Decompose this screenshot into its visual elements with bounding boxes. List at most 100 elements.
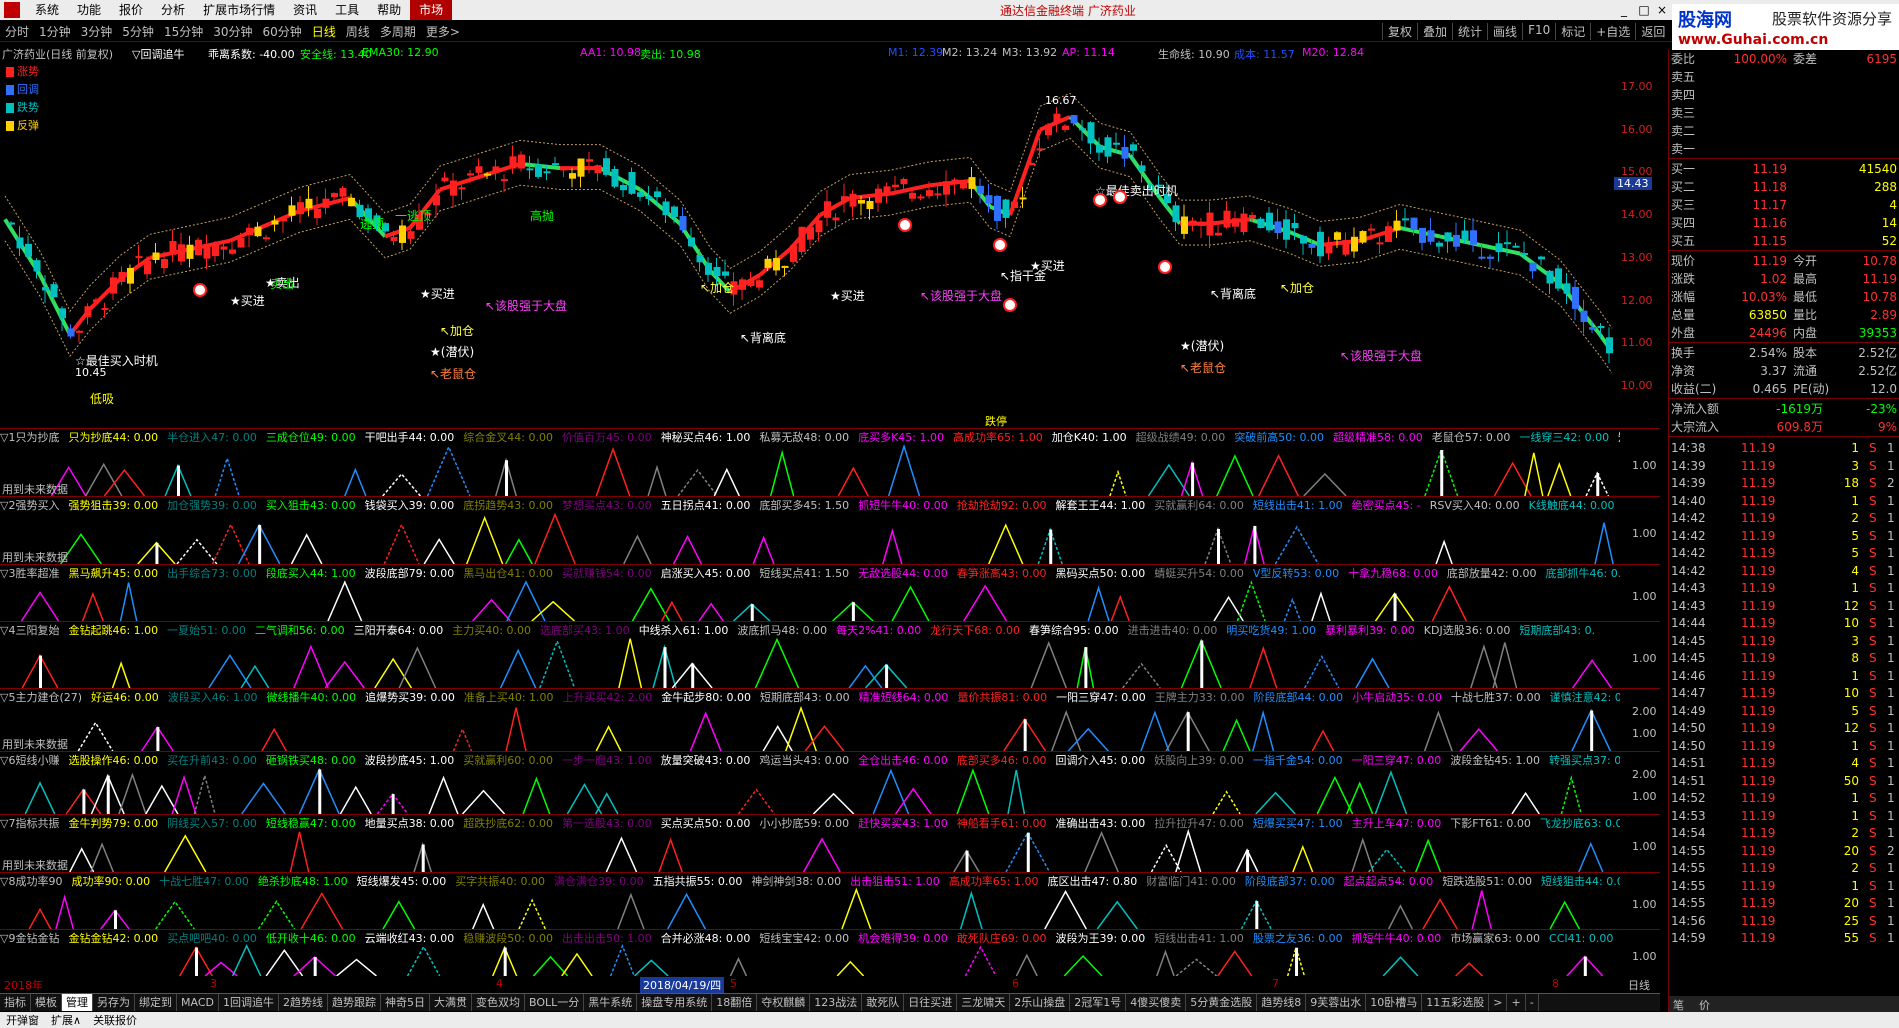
indicator-tab-16[interactable]: 夺权麒麟	[757, 994, 811, 1011]
timeframe-6[interactable]: 60分钟	[258, 23, 307, 40]
tick-time: 14:49	[1671, 703, 1706, 718]
menu-item-8[interactable]: 市场	[410, 0, 453, 20]
footer-tab-ticks[interactable]: 笔	[1673, 997, 1684, 1013]
tool-button-7[interactable]: 返回	[1635, 23, 1670, 40]
menu-item-3[interactable]: 分析	[152, 0, 194, 20]
signal-bar	[1026, 832, 1030, 872]
indicator-tab-7[interactable]: 2趋势线	[279, 994, 328, 1011]
timeframe-4[interactable]: 15分钟	[159, 23, 208, 40]
indicator-tab-12[interactable]: BOLL一分	[525, 994, 585, 1011]
panel-title[interactable]: ▽2强势买入	[0, 499, 59, 511]
indicator-tab-10[interactable]: 大满贯	[430, 994, 472, 1011]
indicator-tab-1[interactable]: 模板	[31, 994, 62, 1011]
menu-item-0[interactable]: 系统	[26, 0, 68, 20]
tool-button-5[interactable]: 标记	[1555, 23, 1590, 40]
indicator-tab-15[interactable]: 18翻倍	[712, 994, 758, 1011]
panel-value: 买字共振40: 0.00	[455, 875, 545, 887]
minimize-button[interactable]: _	[1616, 2, 1632, 18]
chart-annotation: ☆最佳卖出时机	[1095, 184, 1178, 198]
main-chart-canvas[interactable]: ☆最佳买入时机☆最佳卖出时机★买进★卖出↖该股强于大盘↖背离底↖加仓★(潜伏)↖…	[0, 60, 1617, 428]
indicator-tab-17[interactable]: 123战法	[810, 994, 863, 1011]
timeframe-3[interactable]: 5分钟	[117, 23, 159, 40]
indicator-tab-26[interactable]: 9芙蓉出水	[1306, 994, 1367, 1011]
indicator-tab-6[interactable]: 1回调追牛	[219, 994, 279, 1011]
menu-item-7[interactable]: 帮助	[368, 0, 410, 20]
indicator-tab-20[interactable]: 三龙啸天	[957, 994, 1011, 1011]
panel-title[interactable]: ▽1只为抄底	[0, 431, 59, 443]
candlestick-chart[interactable]: ☆最佳买入时机 ☆最佳卖出时机 ★买进 ★卖出 ↖该股强于大盘 ↖背离底 ↖加仓 ★(潜伏) ↖…	[0, 60, 1660, 428]
signal-triangle	[1110, 594, 1130, 621]
status-item-2[interactable]: 关联报价	[87, 1012, 143, 1028]
timeframe-10[interactable]: 更多>	[421, 23, 465, 40]
panel-title[interactable]: ▽4三阳复始	[0, 624, 59, 636]
indicator-panel-8[interactable]: ▽8成功率90 成功率90: 0.00 十战七胜47: 0.00 绝杀抄底48: 1.…	[0, 872, 1660, 929]
candle-body	[492, 166, 500, 172]
tool-button-4[interactable]: F10	[1522, 23, 1555, 40]
tool-button-3[interactable]: 画线	[1487, 23, 1522, 40]
signal-bar	[505, 460, 509, 496]
footer-tab-price[interactable]: 价	[1699, 997, 1710, 1013]
indicator-tab-24[interactable]: 5分黄金选股	[1186, 994, 1258, 1011]
timeframe-7[interactable]: 日线	[307, 23, 341, 40]
period-label[interactable]: 日线	[1628, 977, 1650, 993]
indicator-tab-23[interactable]: 4傻买傻卖	[1126, 994, 1187, 1011]
menu-item-2[interactable]: 报价	[110, 0, 152, 20]
buy-marker-icon	[1093, 193, 1107, 207]
indicator-tab-5[interactable]: MACD	[177, 994, 219, 1011]
indicator-tab-25[interactable]: 趋势线8	[1257, 994, 1307, 1011]
indicator-tab-11[interactable]: 变色双均	[472, 994, 525, 1011]
indicator-tab-29[interactable]: >	[1489, 994, 1508, 1011]
maximize-button[interactable]: □	[1636, 2, 1652, 18]
indicator-panel-2[interactable]: ▽2强势买入 强势狙击39: 0.00 加仓强势39: 0.00 买入狙击43: 0.…	[0, 496, 1660, 564]
indicator-tab-14[interactable]: 操盘专用系统	[637, 994, 713, 1011]
indicator-tab-21[interactable]: 2乐山操盘	[1010, 994, 1071, 1011]
indicator-tab-27[interactable]: 10卧槽马	[1366, 994, 1423, 1011]
indicator-tab-31[interactable]: -	[1526, 994, 1539, 1011]
indicator-tab-18[interactable]: 敢死队	[862, 994, 905, 1011]
indicator-tab-4[interactable]: 绑定到	[135, 994, 177, 1011]
status-item-1[interactable]: 扩展∧	[45, 1012, 87, 1028]
indicator-panel-5[interactable]: ▽5主力建仓(27) 好运46: 0.00 波段买入46: 1.00 微线播牛40: …	[0, 688, 1660, 751]
tool-button-6[interactable]: +自选	[1590, 23, 1635, 40]
menu-item-4[interactable]: 扩展市场行情	[194, 0, 284, 20]
indicator-panel-6[interactable]: ▽6短线小赚 选股操作46: 0.00 买在升前43: 0.00 砸锅铁买48: 0.…	[0, 751, 1660, 814]
timeframe-5[interactable]: 30分钟	[208, 23, 257, 40]
indicator-tab-28[interactable]: 11五彩选股	[1422, 994, 1490, 1011]
indicator-panel-4[interactable]: ▽4三阳复始 金钻起跳46: 1.00 一夏始51: 0.00 二气调和56: 0.0…	[0, 621, 1660, 688]
panel-title[interactable]: ▽9金钻金钻	[0, 932, 59, 944]
indicator-panel-7[interactable]: ▽7指标共振 金牛判势79: 0.00 阴线买入57: 0.00 短线稳赢47: 0.…	[0, 814, 1660, 872]
panel-title[interactable]: ▽6短线小赚	[0, 754, 59, 766]
timeframe-2[interactable]: 3分钟	[76, 23, 118, 40]
indicator-tab-13[interactable]: 黑牛系统	[584, 994, 638, 1011]
tick-price: 11.19	[1741, 896, 1776, 910]
timeframe-1[interactable]: 1分钟	[34, 23, 76, 40]
indicator-tab-22[interactable]: 2冠军1号	[1070, 994, 1127, 1011]
indicator-tab-8[interactable]: 趋势跟踪	[328, 994, 381, 1011]
indicator-panel-9[interactable]: ▽9金钻金钻 金钻金钻42: 0.00 买点吧吧40: 0.00 低开收十46: 0.…	[0, 929, 1660, 976]
tool-button-0[interactable]: 复权	[1382, 23, 1417, 40]
tool-button-2[interactable]: 统计	[1452, 23, 1487, 40]
menu-item-6[interactable]: 工具	[326, 0, 368, 20]
timeframe-9[interactable]: 多周期	[375, 23, 421, 40]
indicator-tab-2[interactable]: 管理	[62, 994, 93, 1011]
indicator-tab-9[interactable]: 神奇5日	[381, 994, 430, 1011]
panel-title[interactable]: ▽7指标共振	[0, 817, 59, 829]
menu-item-5[interactable]: 资讯	[284, 0, 326, 20]
panel-value: K线触底44: 0.00	[1528, 499, 1615, 511]
indicator-tab-19[interactable]: 日往买进	[904, 994, 958, 1011]
signal-bar	[1200, 640, 1204, 688]
indicator-panel-3[interactable]: ▽3胜率超准 黑马飙升45: 0.00 出手综合73: 0.00 段底买入44: 1.…	[0, 564, 1660, 621]
indicator-tab-30[interactable]: +	[1507, 994, 1526, 1011]
timeframe-8[interactable]: 周线	[341, 23, 375, 40]
indicator-panel-1[interactable]: ▽1只为抄底 只为抄底44: 0.00 半仓进入47: 0.00 三成仓位49: 0.…	[0, 428, 1660, 496]
status-item-0[interactable]: 开弹窗	[0, 1012, 45, 1028]
close-button[interactable]: ×	[1654, 2, 1670, 18]
indicator-tab-3[interactable]: 另存为	[93, 994, 135, 1011]
panel-title[interactable]: ▽8成功率90	[0, 875, 62, 887]
panel-title[interactable]: ▽5主力建仓(27)	[0, 691, 82, 703]
indicator-tab-0[interactable]: 指标	[0, 994, 31, 1011]
menu-item-1[interactable]: 功能	[68, 0, 110, 20]
panel-title[interactable]: ▽3胜率超准	[0, 567, 59, 579]
timeframe-0[interactable]: 分时	[0, 23, 34, 40]
tool-button-1[interactable]: 叠加	[1417, 23, 1452, 40]
